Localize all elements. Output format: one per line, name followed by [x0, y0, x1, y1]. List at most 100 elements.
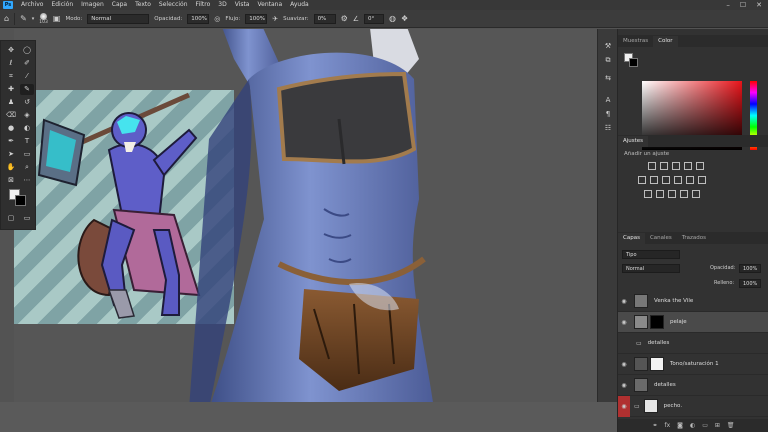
dodge-tool-icon[interactable]: ◐ — [20, 123, 34, 134]
hand-tool-icon[interactable]: ✋ — [4, 162, 18, 173]
vibrance-icon[interactable] — [696, 162, 704, 170]
eyedropper-icon[interactable]: ⁄ — [20, 71, 34, 82]
menu-ventana[interactable]: Ventana — [253, 0, 286, 10]
trash-icon[interactable]: 🗑 — [727, 422, 735, 429]
tab-capas[interactable]: Capas — [618, 233, 645, 244]
tab-color[interactable]: Color — [653, 36, 678, 47]
photo-filter-icon[interactable] — [674, 176, 682, 184]
quick-mask-icon[interactable]: ▢ — [4, 213, 18, 224]
adjustment-icon[interactable]: ◐ — [690, 422, 695, 429]
chevron-down-icon[interactable]: ▾ — [32, 16, 35, 22]
brightness-icon[interactable] — [648, 162, 656, 170]
selective-color-icon[interactable] — [692, 190, 700, 198]
edit-toolbar-icon[interactable]: ⊠ — [4, 175, 18, 186]
blend-mode-select[interactable]: Normal — [622, 264, 680, 273]
color-background-swatch[interactable] — [629, 58, 638, 67]
levels-icon[interactable] — [660, 162, 668, 170]
menu-filtro[interactable]: Filtro — [192, 0, 215, 10]
clone-source-icon[interactable]: ⧉ — [602, 55, 614, 66]
pen-tool-icon[interactable]: ✒ — [4, 136, 18, 147]
symmetry-icon[interactable]: ❖ — [401, 14, 408, 23]
new-layer-icon[interactable]: ⊞ — [715, 422, 720, 429]
adjustments-icon[interactable]: ⇆ — [602, 73, 614, 84]
brush-preset-picker[interactable]: 103 — [39, 12, 48, 25]
layer-row[interactable]: ▭ detalles — [618, 333, 768, 354]
menu-3d[interactable]: 3D — [214, 0, 230, 10]
layer-row[interactable]: ◉ detalles — [618, 375, 768, 396]
black-white-icon[interactable] — [662, 176, 670, 184]
path-selection-icon[interactable]: ➤ — [4, 149, 18, 160]
marquee-tool-icon[interactable]: ◯ — [20, 45, 34, 56]
exposure-icon[interactable] — [684, 162, 692, 170]
color-lookup-icon[interactable] — [698, 176, 706, 184]
gear-icon[interactable]: ⚙ — [341, 14, 348, 23]
history-brush-icon[interactable]: ↺ — [20, 97, 34, 108]
layer-row[interactable]: ◉ pelaje — [618, 312, 768, 333]
clone-stamp-icon[interactable]: ♟ — [4, 97, 18, 108]
paragraph-panel-icon[interactable]: ¶ — [602, 109, 614, 120]
flow-field[interactable]: 100% — [245, 13, 268, 24]
invert-icon[interactable] — [644, 190, 652, 198]
posterize-icon[interactable] — [656, 190, 664, 198]
smoothing-field[interactable]: 0% — [313, 13, 336, 24]
layer-filter-select[interactable]: Tipo — [622, 250, 680, 259]
menu-vista[interactable]: Vista — [231, 0, 254, 10]
eye-icon[interactable]: ◉ — [618, 382, 630, 389]
tab-ajustes[interactable]: Ajustes — [618, 136, 649, 147]
minimize-icon[interactable]: – — [726, 1, 730, 9]
menu-edicion[interactable]: Edición — [47, 0, 77, 10]
fill-field[interactable]: 100% — [739, 279, 761, 288]
brush-settings-panel-icon[interactable]: ⚒ — [602, 41, 614, 52]
mask-icon[interactable]: ◙ — [677, 422, 683, 429]
properties-icon[interactable]: ☷ — [602, 123, 614, 134]
curves-icon[interactable] — [672, 162, 680, 170]
move-tool-icon[interactable]: ✥ — [4, 45, 18, 56]
lasso-tool-icon[interactable]: ℓ — [4, 58, 18, 69]
tab-trazados[interactable]: Trazados — [677, 233, 711, 244]
opacity-pressure-icon[interactable]: ◎ — [214, 15, 220, 23]
document-canvas[interactable] — [14, 29, 617, 402]
menu-archivo[interactable]: Archivo — [17, 0, 47, 10]
tab-canales[interactable]: Canales — [645, 233, 677, 244]
close-icon[interactable]: ✕ — [756, 1, 762, 9]
character-panel-icon[interactable]: A — [602, 95, 614, 106]
eye-icon[interactable]: ◉ — [618, 319, 630, 326]
healing-brush-icon[interactable]: ✚ — [4, 84, 18, 95]
blur-tool-icon[interactable]: ● — [4, 123, 18, 134]
zoom-tool-icon[interactable]: ⌕ — [20, 162, 34, 173]
home-icon[interactable]: ⌂ — [4, 14, 9, 23]
tab-muestras[interactable]: Muestras — [618, 36, 653, 47]
angle-field[interactable]: 0° — [364, 13, 385, 24]
eraser-icon[interactable]: ⌫ — [4, 110, 18, 121]
brush-settings-icon[interactable]: ▣ — [53, 14, 61, 23]
menu-texto[interactable]: Texto — [131, 0, 155, 10]
color-balance-icon[interactable] — [650, 176, 658, 184]
screen-mode-icon[interactable]: ▭ — [20, 213, 34, 224]
eye-icon[interactable]: ◉ — [618, 361, 630, 368]
menu-seleccion[interactable]: Selección — [155, 0, 192, 10]
type-tool-icon[interactable]: T — [20, 136, 34, 147]
shape-tool-icon[interactable]: ▭ — [20, 149, 34, 160]
opacity-field[interactable]: 100% — [187, 13, 210, 24]
threshold-icon[interactable] — [668, 190, 676, 198]
hue-saturation-icon[interactable] — [638, 176, 646, 184]
brush-tool-icon[interactable]: ✎ — [20, 84, 34, 95]
maximize-icon[interactable]: ☐ — [740, 1, 746, 9]
quick-selection-icon[interactable]: ✐ — [20, 58, 34, 69]
layer-row[interactable]: ◉ ▭ pecho. — [618, 395, 768, 417]
more-tools-icon[interactable]: ⋯ — [20, 175, 34, 186]
airbrush-icon[interactable]: ✈ — [272, 15, 278, 23]
channel-mixer-icon[interactable] — [686, 176, 694, 184]
brush-tool-icon[interactable]: ✎ — [20, 14, 27, 23]
menu-capa[interactable]: Capa — [108, 0, 131, 10]
paint-bucket-icon[interactable]: ◈ — [20, 110, 34, 121]
link-icon[interactable]: ⚭ — [652, 422, 657, 429]
layer-row[interactable]: ◉ Venka the Vile — [618, 291, 768, 312]
eye-icon[interactable]: ◉ — [618, 395, 630, 417]
layer-opacity-field[interactable]: 100% — [739, 264, 761, 273]
crop-tool-icon[interactable]: ⌗ — [4, 71, 18, 82]
mode-select[interactable]: Normal — [87, 13, 150, 24]
menu-imagen[interactable]: Imagen — [77, 0, 108, 10]
gradient-map-icon[interactable] — [680, 190, 688, 198]
eye-icon[interactable]: ◉ — [618, 298, 630, 305]
